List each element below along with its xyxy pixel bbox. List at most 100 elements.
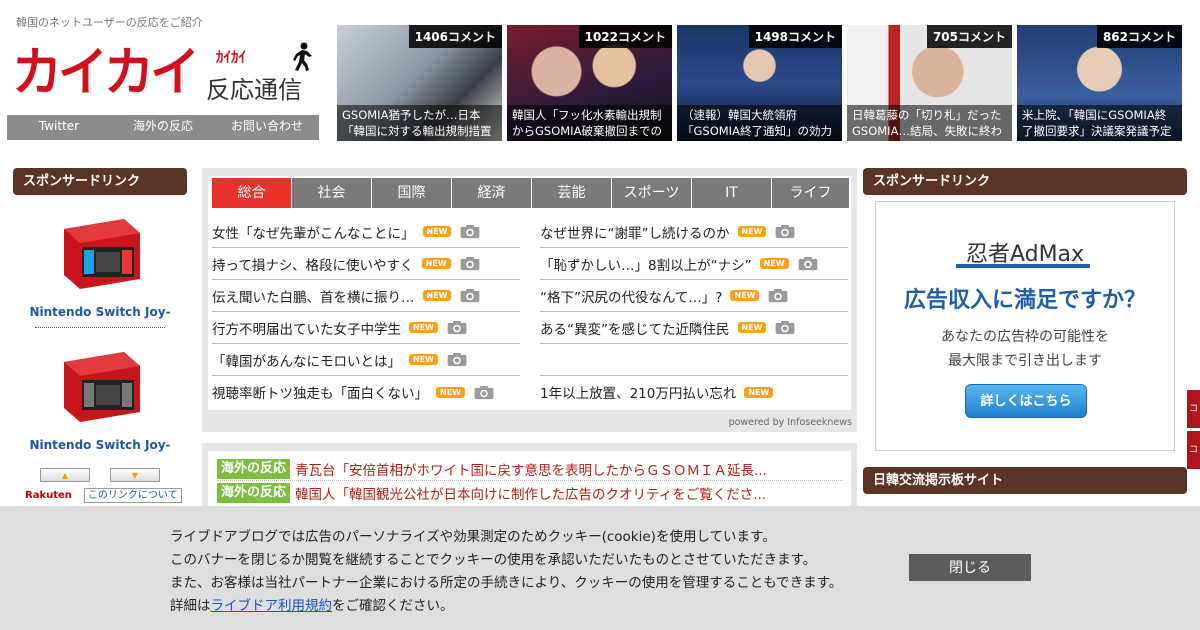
rakuten-logo: Rakuten	[25, 490, 72, 501]
nav-contact[interactable]: お問い合わせ	[215, 115, 319, 140]
news-item[interactable]: 行方不明届出ていた女子中学生 NEW	[212, 312, 520, 344]
featured-article[interactable]: 1498コメント （速報）韓国大統領府「GSOMIA終了通知」の効力	[677, 25, 842, 141]
cookie-message: ライブドアブログでは広告のパーソナライズや効果測定のためクッキー(cookie)…	[170, 526, 842, 618]
featured-article[interactable]: 1406コメント GSOMIA猶予したが…日本「韓国に対する輸出規制措置	[337, 25, 502, 141]
camera-icon	[798, 256, 817, 271]
reaction-link[interactable]: 青瓦台「安倍首相がホワイト国に戻す意思を表明したからＧＳＯＭＩＡ延長...	[295, 459, 767, 479]
ad-body-line: あなたの広告枠の可能性を	[941, 329, 1109, 345]
news-title[interactable]: なぜ世界に“謝罪”し続けるのか	[540, 222, 730, 242]
tab-economy[interactable]: 経済	[452, 178, 532, 208]
list-item[interactable]: 海外の反応 青瓦台「安倍首相がホワイト国に戻す意思を表明したからＧＳＯＭＩＡ延長…	[217, 457, 843, 481]
logo-kana-text: ｶｲｶｲ	[216, 48, 247, 66]
logo-sub-text: 反応通信	[206, 76, 302, 104]
ad-brand-underline	[956, 264, 1090, 268]
terms-link[interactable]: ライブドア利用規約	[211, 598, 333, 614]
comment-count: 1406コメント	[408, 25, 502, 48]
camera-icon	[461, 288, 480, 303]
news-column-right: なぜ世界に“謝罪”し続けるのか NEW 「恥ずかしい…」8割以上が“ナシ” NEW “格…	[540, 216, 848, 408]
article-caption: 韓国人「フッ化水素輸出規制からGSOMIA破棄撤回までの	[507, 105, 672, 141]
news-title[interactable]: ある“異変”を感じてた近隣住民	[540, 318, 730, 338]
close-banner-button[interactable]: 閉じる	[909, 554, 1031, 581]
logo-main-text: カイカイ	[12, 41, 200, 103]
comment-count: 705コメント	[926, 25, 1012, 48]
news-title[interactable]: 女性「なぜ先輩がこんなことに」	[212, 222, 415, 242]
reactions-list: 海外の反応 青瓦台「安倍首相がホワイト国に戻す意思を表明したからＧＳＯＭＩＡ延長…	[208, 451, 851, 513]
tab-it[interactable]: IT	[692, 178, 772, 208]
ad-headline: 広告収入に満足ですか？	[903, 288, 1146, 313]
news-title[interactable]: 視聴率断トツ独走も「面白くない」	[212, 382, 428, 402]
news-title[interactable]: 「韓国があんなにモロいとは」	[212, 350, 401, 370]
pager-down-button[interactable]: ▼	[110, 468, 160, 482]
featured-article[interactable]: 705コメント 日韓葛藤の「切り札」だったGSOMIA…結局、失敗に終わ	[847, 25, 1012, 141]
new-badge: NEW	[730, 290, 760, 301]
sponsored-product[interactable]: Nintendo Switch Joy-	[13, 340, 187, 452]
news-title[interactable]: 伝え聞いた白鵬、首を横に振り…	[212, 286, 415, 306]
tab-sports[interactable]: スポーツ	[612, 178, 692, 208]
news-column-left: 女性「なぜ先輩がこんなことに」 NEW 持って損ナシ、格段に使いやすく NEW 伝え聞い…	[212, 216, 520, 408]
list-item[interactable]: 海外の反応 韓国人「韓国観光公社が日本向けに制作した広告のクオリティをご覧くださ…	[217, 481, 851, 505]
article-caption: （速報）韓国大統領府「GSOMIA終了通知」の効力	[677, 105, 842, 141]
site-logo[interactable]: カイカイ ｶｲｶｲ 反応通信	[10, 42, 320, 104]
news-item[interactable]: 「恥ずかしい…」8割以上が“ナシ” NEW	[540, 248, 848, 280]
news-title[interactable]: “格下”沢尻の代役なんて…」?	[540, 286, 722, 306]
article-caption: GSOMIA猶予したが…日本「韓国に対する輸出規制措置	[337, 105, 502, 141]
jk-exchange-title: 日韓交流掲示板サイト	[863, 467, 1187, 494]
side-floating-tabs: コ コ	[1187, 390, 1200, 472]
camera-icon	[769, 288, 788, 303]
tab-international[interactable]: 国際	[372, 178, 452, 208]
tab-entertainment[interactable]: 芸能	[532, 178, 612, 208]
news-item[interactable]: 視聴率断トツ独走も「面白くない」 NEW	[212, 376, 520, 408]
tab-society[interactable]: 社会	[292, 178, 372, 208]
reaction-link[interactable]: 韓国人「韓国観光公社が日本向けに制作した広告のクオリティをご覧くださ...	[295, 483, 766, 503]
new-badge: NEW	[737, 226, 767, 237]
news-item[interactable]: 伝え聞いた白鵬、首を横に振り… NEW	[212, 280, 520, 312]
ad-details-button[interactable]: 詳しくはこちら	[965, 384, 1087, 418]
news-item-empty	[540, 344, 848, 376]
new-badge: NEW	[421, 258, 451, 269]
featured-article[interactable]: 862コメント 米上院、「韓国にGSOMIA終了撤回要求」決議案発議予定	[1017, 25, 1182, 141]
nav-twitter[interactable]: Twitter	[7, 115, 111, 140]
comment-count: 1022コメント	[578, 25, 672, 48]
news-item[interactable]: 女性「なぜ先輩がこんなことに」 NEW	[212, 216, 520, 248]
featured-thumbnails: 1406コメント GSOMIA猶予したが…日本「韓国に対する輸出規制措置 102…	[337, 25, 1182, 141]
pager-up-button[interactable]: ▲	[40, 468, 90, 482]
news-item[interactable]: なぜ世界に“謝罪”し続けるのか NEW	[540, 216, 848, 248]
admax-ad-banner[interactable]: 忍者AdMax 広告収入に満足ですか？ あなたの広告枠の可能性を 最大限まで引き…	[875, 201, 1175, 451]
product-name: Nintendo Switch Joy-	[29, 305, 171, 319]
new-badge: NEW	[737, 322, 767, 333]
nav-overseas-reactions[interactable]: 海外の反応	[111, 115, 215, 140]
camera-icon	[776, 320, 795, 335]
switch-box-image	[64, 352, 140, 422]
news-item[interactable]: 「韓国があんなにモロいとは」 NEW	[212, 344, 520, 376]
site-tagline: 韓国のネットユーザーの反応をご紹介	[16, 16, 203, 29]
camera-icon	[447, 320, 467, 335]
news-item[interactable]: “格下”沢尻の代役なんて…」? NEW	[540, 280, 848, 312]
rakuten-row: Rakuten このリンクについて	[13, 488, 187, 503]
category-badge: 海外の反応	[217, 483, 291, 503]
article-caption: 日韓葛藤の「切り札」だったGSOMIA…結局、失敗に終わ	[847, 105, 1012, 141]
tab-general[interactable]: 総合	[212, 178, 292, 208]
news-title[interactable]: 持って損ナシ、格段に使いやすく	[212, 254, 414, 274]
camera-icon	[447, 352, 467, 367]
reactions-widget: 海外の反応 青瓦台「安倍首相がホワイト国に戻す意思を表明したからＧＳＯＭＩＡ延長…	[202, 443, 857, 513]
news-item[interactable]: 1年以上放置、210万円払い忘れ NEW	[540, 376, 848, 408]
header-nav: Twitter 海外の反応 お問い合わせ	[7, 115, 319, 140]
triangle-down-icon: ▼	[131, 471, 139, 480]
news-item[interactable]: 持って損ナシ、格段に使いやすく NEW	[212, 248, 520, 280]
sponsored-links-title: スポンサードリンク	[863, 168, 1187, 195]
news-title[interactable]: 1年以上放置、210万円払い忘れ	[540, 382, 736, 402]
side-tab[interactable]: コ	[1187, 431, 1200, 469]
new-badge: NEW	[744, 386, 774, 398]
sponsored-product[interactable]: Nintendo Switch Joy-	[13, 207, 187, 319]
new-badge: NEW	[422, 290, 452, 301]
news-title[interactable]: 「恥ずかしい…」8割以上が“ナシ”	[540, 254, 752, 274]
side-tab[interactable]: コ	[1187, 390, 1200, 428]
category-tabs: 総合 社会 国際 経済 芸能 スポーツ IT ライフ	[212, 178, 850, 208]
cookie-detail-prefix: 詳細は	[170, 598, 211, 614]
about-link-button[interactable]: このリンクについて	[83, 488, 182, 503]
news-item[interactable]: ある“異変”を感じてた近隣住民 NEW	[540, 312, 848, 344]
news-title[interactable]: 行方不明届出ていた女子中学生	[212, 318, 401, 338]
tab-life[interactable]: ライフ	[772, 178, 850, 208]
featured-article[interactable]: 1022コメント 韓国人「フッ化水素輸出規制からGSOMIA破棄撤回までの	[507, 25, 672, 141]
article-caption: 米上院、「韓国にGSOMIA終了撤回要求」決議案発議予定	[1017, 105, 1182, 141]
